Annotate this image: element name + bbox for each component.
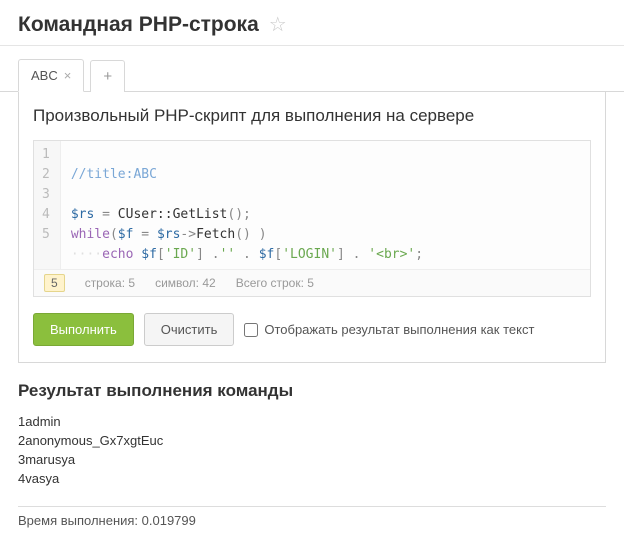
status-col: символ: 42 bbox=[155, 276, 216, 290]
as-text-checkbox[interactable] bbox=[244, 323, 258, 337]
clear-button[interactable]: Очистить bbox=[144, 313, 235, 346]
status-line: строка: 5 bbox=[85, 276, 135, 290]
tab-label: ABC bbox=[31, 68, 58, 83]
code-content[interactable]: //title:ABC $rs = CUser::GetList(); whil… bbox=[61, 141, 433, 269]
result-title: Результат выполнения команды bbox=[18, 381, 606, 401]
result-line: 4vasya bbox=[18, 470, 606, 489]
result-line: 2anonymous_Gx7xgtEuc bbox=[18, 432, 606, 451]
tab-abc[interactable]: ABC × bbox=[18, 59, 84, 92]
tab-add-button[interactable]: + bbox=[90, 60, 125, 92]
plus-icon: + bbox=[103, 68, 112, 85]
divider bbox=[18, 506, 606, 507]
code-editor[interactable]: 1 2 3 4 5 //title:ABC $rs = CUser::GetLi… bbox=[33, 140, 591, 297]
status-total: Всего строк: 5 bbox=[236, 276, 314, 290]
execution-time: Время выполнения: 0.019799 bbox=[0, 513, 624, 538]
result-line: 1admin bbox=[18, 413, 606, 432]
as-text-label: Отображать результат выполнения как текс… bbox=[264, 322, 534, 337]
close-icon[interactable]: × bbox=[64, 68, 72, 83]
editor-status-bar: 5 строка: 5 символ: 42 Всего строк: 5 bbox=[34, 269, 590, 296]
favorite-star-icon[interactable]: ☆ bbox=[269, 12, 287, 37]
result-line: 3marusya bbox=[18, 451, 606, 470]
execute-button[interactable]: Выполнить bbox=[33, 313, 134, 346]
page-title: Командная PHP-строка bbox=[18, 13, 259, 37]
tabs-bar: ABC × + bbox=[0, 46, 624, 92]
result-output: 1admin 2anonymous_Gx7xgtEuc 3marusya 4va… bbox=[18, 413, 606, 488]
panel-title: Произвольный PHP-скрипт для выполнения н… bbox=[33, 106, 591, 126]
as-text-checkbox-row[interactable]: Отображать результат выполнения как текс… bbox=[244, 322, 534, 337]
editor-panel: Произвольный PHP-скрипт для выполнения н… bbox=[18, 92, 606, 363]
line-gutter: 1 2 3 4 5 bbox=[34, 141, 61, 269]
current-line-indicator: 5 bbox=[44, 274, 65, 292]
